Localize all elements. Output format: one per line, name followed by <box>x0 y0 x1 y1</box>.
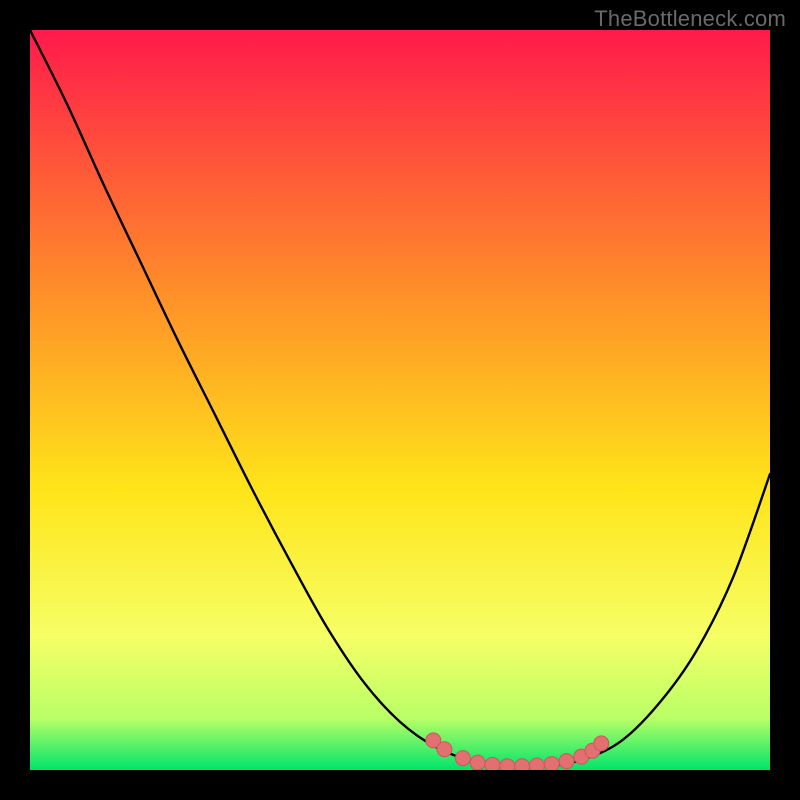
gradient-background <box>30 30 770 770</box>
data-point <box>470 755 485 770</box>
data-point <box>455 751 470 766</box>
data-point <box>544 757 559 770</box>
data-point <box>515 759 530 770</box>
data-point <box>485 757 500 770</box>
data-point <box>500 759 515 770</box>
chart-frame <box>30 30 770 770</box>
watermark-text: TheBottleneck.com <box>594 6 786 32</box>
data-point <box>594 736 609 751</box>
data-point <box>559 754 574 769</box>
data-point <box>437 742 452 757</box>
data-point <box>529 758 544 770</box>
bottleneck-chart <box>30 30 770 770</box>
